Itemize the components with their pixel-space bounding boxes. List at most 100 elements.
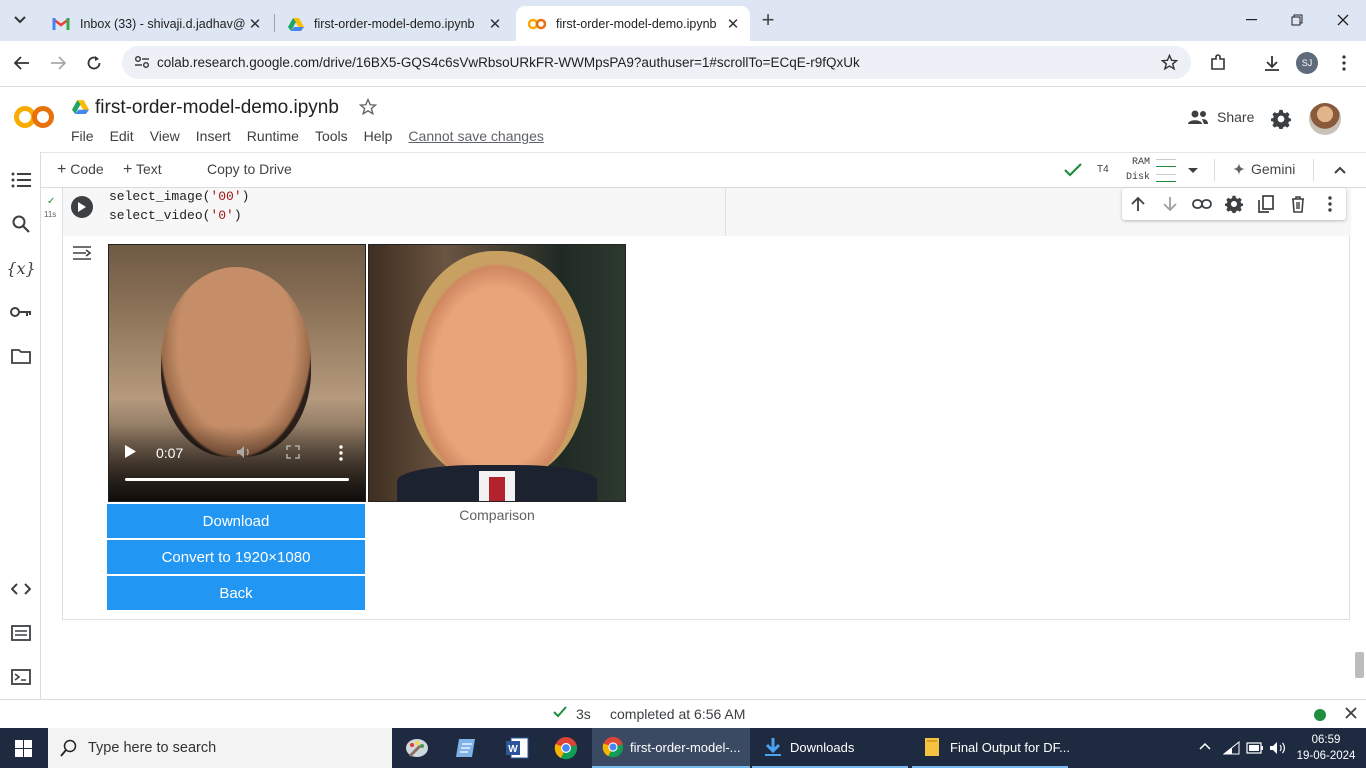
tab-search-dropdown-icon[interactable] (5, 5, 35, 35)
link-icon[interactable] (1187, 189, 1217, 219)
battery-icon[interactable] (1246, 742, 1264, 754)
menu-insert[interactable]: Insert (196, 128, 231, 144)
menu-view[interactable]: View (150, 128, 180, 144)
tab-drive[interactable]: first-order-model-demo.ipynb ✕ (276, 6, 512, 41)
browser-menu-icon[interactable] (1329, 48, 1359, 78)
profile-avatar[interactable]: SJ (1292, 48, 1322, 78)
status-duration: 3s (576, 706, 591, 722)
restore-icon[interactable] (1274, 0, 1320, 40)
drive-icon[interactable] (72, 99, 89, 114)
user-avatar[interactable] (1309, 103, 1341, 135)
secrets-key-icon[interactable] (9, 300, 33, 324)
back-button[interactable]: Back (107, 576, 365, 610)
people-icon (1187, 109, 1209, 125)
search-icon[interactable] (9, 212, 33, 236)
delete-cell-icon[interactable] (1283, 189, 1313, 219)
notebook-title[interactable]: first-order-model-demo.ipynb (95, 97, 339, 119)
notebook-scrollbar-thumb[interactable] (1355, 652, 1364, 678)
gemini-button[interactable]: Gemini (1233, 161, 1295, 177)
result-video-player[interactable]: 0:07 (108, 244, 366, 502)
video-volume-icon[interactable] (236, 445, 252, 459)
run-cell-button[interactable] (71, 196, 93, 218)
collapse-header-icon[interactable] (1334, 166, 1346, 174)
taskbar-search-box[interactable]: Type here to search (48, 728, 392, 768)
network-icon[interactable] (1223, 741, 1241, 755)
windows-start-icon[interactable] (15, 740, 32, 757)
site-info-icon[interactable] (134, 55, 150, 69)
add-text-button[interactable]: + Text (123, 161, 162, 179)
table-of-contents-icon[interactable] (9, 168, 33, 192)
address-bar[interactable]: colab.research.google.com/drive/16BX5-GQ… (122, 46, 1191, 79)
download-button[interactable]: Download (107, 504, 365, 538)
tab-colab[interactable]: first-order-model-demo.ipynb ✕ (516, 6, 750, 41)
runtime-dropdown-icon[interactable] (1187, 167, 1199, 174)
connected-check-icon (1064, 163, 1082, 177)
menu-tools[interactable]: Tools (315, 128, 348, 144)
new-tab-icon[interactable]: + (753, 5, 783, 35)
add-code-label: Code (70, 161, 104, 177)
reload-icon[interactable] (79, 48, 109, 78)
taskbar-item-downloads[interactable]: Downloads (752, 728, 908, 768)
status-completed[interactable]: completed at 6:56 AM (610, 706, 745, 722)
tab-title: first-order-model-demo.ipynb (314, 16, 475, 31)
star-icon[interactable] (359, 98, 377, 116)
mirror-cell-icon[interactable] (1251, 189, 1281, 219)
copy-to-drive-button[interactable]: Copy to Drive (207, 161, 292, 177)
move-up-icon[interactable] (1123, 189, 1153, 219)
taskbar-item-chrome[interactable]: first-order-model-... (592, 728, 750, 768)
word-app-icon[interactable]: W (505, 736, 529, 760)
command-palette-icon[interactable] (9, 621, 33, 645)
forward-icon[interactable] (43, 48, 73, 78)
share-button[interactable]: Share (1187, 109, 1254, 125)
menu-edit[interactable]: Edit (110, 128, 134, 144)
clock-time: 06:59 (1311, 734, 1341, 746)
close-window-icon[interactable] (1320, 0, 1366, 40)
code-snippets-icon[interactable] (9, 577, 33, 601)
menu-help[interactable]: Help (364, 128, 393, 144)
extensions-icon[interactable] (1203, 48, 1233, 78)
menu-runtime[interactable]: Runtime (247, 128, 299, 144)
minimize-icon[interactable] (1228, 0, 1274, 40)
comparison-face (407, 251, 587, 481)
settings-gear-icon[interactable] (1271, 109, 1291, 129)
gemini-label: Gemini (1251, 161, 1296, 177)
system-clock[interactable]: 06:59 19-06-2024 (1294, 732, 1358, 764)
close-tab-icon[interactable]: ✕ (486, 15, 504, 33)
close-status-icon[interactable] (1345, 707, 1357, 719)
resource-monitor[interactable]: RAM Disk (1122, 155, 1176, 185)
cell-settings-gear-icon[interactable] (1219, 189, 1249, 219)
gmail-icon (52, 17, 70, 31)
downloads-icon[interactable] (1257, 48, 1287, 78)
add-code-button[interactable]: + Code (57, 161, 104, 179)
back-icon[interactable] (7, 48, 37, 78)
video-fullscreen-icon[interactable] (286, 445, 300, 459)
files-folder-icon[interactable] (9, 344, 33, 368)
bookmark-star-icon[interactable] (1161, 54, 1178, 71)
convert-resolution-button[interactable]: Convert to 1920×1080 (107, 540, 365, 574)
notebook-toolbar: + Code + Text Copy to Drive T4 RAM Disk … (0, 152, 1366, 188)
video-more-options-icon[interactable] (339, 445, 343, 461)
code-editor[interactable]: select_image('00') select_video('0') (109, 187, 249, 225)
cell-more-options-icon[interactable] (1315, 189, 1345, 219)
close-tab-icon[interactable]: ✕ (246, 15, 264, 33)
taskbar-item-folder[interactable]: Final Output for DF... (912, 728, 1070, 768)
close-tab-icon[interactable]: ✕ (724, 15, 742, 33)
paint-app-icon[interactable] (404, 736, 430, 760)
terminal-icon[interactable] (9, 665, 33, 689)
tab-gmail[interactable]: Inbox (33) - shivaji.d.jadhav@gm ✕ (40, 6, 272, 41)
chrome-app-icon[interactable] (554, 736, 578, 760)
video-play-icon[interactable] (125, 445, 136, 458)
move-down-icon[interactable] (1155, 189, 1185, 219)
variables-icon[interactable]: {x} (6, 256, 35, 280)
output-actions-icon[interactable] (72, 245, 92, 261)
disk-label: Disk (1125, 172, 1150, 183)
colab-logo[interactable] (14, 103, 56, 131)
runtime-type[interactable]: T4 (1097, 164, 1109, 175)
menu-file[interactable]: File (71, 128, 94, 144)
notepad-app-icon[interactable] (455, 736, 479, 760)
show-hidden-icons-chevron-icon[interactable] (1199, 742, 1211, 750)
gemini-sparkle-icon (1233, 163, 1245, 175)
cannot-save-link[interactable]: Cannot save changes (408, 128, 543, 144)
video-progress-track[interactable] (125, 478, 349, 481)
volume-icon[interactable] (1269, 741, 1287, 755)
